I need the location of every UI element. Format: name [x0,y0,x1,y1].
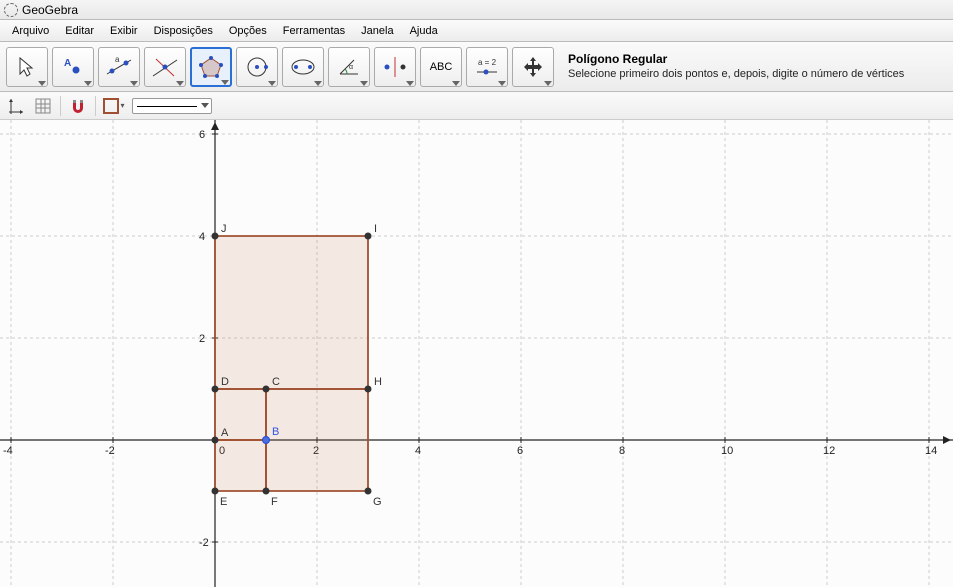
line-tool[interactable]: a [98,47,140,87]
menu-ajuda[interactable]: Ajuda [404,23,444,39]
move-tool[interactable] [6,47,48,87]
point-tool[interactable]: A [52,47,94,87]
svg-text:J: J [221,223,227,235]
app-title: GeoGebra [22,3,78,17]
titlebar: GeoGebra [0,0,953,20]
menu-opcoes[interactable]: Opções [223,23,273,39]
svg-text:H: H [374,376,382,388]
svg-text:I: I [374,223,377,235]
color-picker-button[interactable]: ▾ [102,95,126,117]
slider-tool[interactable]: a = 2 [466,47,508,87]
svg-text:C: C [272,376,280,388]
menu-exibir[interactable]: Exibir [104,23,144,39]
cursor-icon [12,54,42,80]
menu-editar[interactable]: Editar [59,23,100,39]
svg-text:8: 8 [619,445,625,457]
svg-text:4: 4 [415,445,421,457]
snap-button[interactable] [67,95,89,117]
svg-text:6: 6 [517,445,523,457]
svg-text:14: 14 [925,445,937,457]
tool-hint: Polígono Regular Selecione primeiro dois… [558,52,947,82]
line-icon: a [104,54,134,80]
toggle-axes-button[interactable] [4,95,26,117]
svg-text:F: F [271,496,278,508]
svg-text:2: 2 [199,333,205,345]
toggle-grid-button[interactable] [32,95,54,117]
svg-text:-4: -4 [3,445,13,457]
polygon-tool[interactable] [190,47,232,87]
conic-tool[interactable] [282,47,324,87]
move-arrows-icon [518,54,548,80]
svg-text:A: A [64,58,71,69]
perpendicular-tool[interactable] [144,47,186,87]
line-style-picker[interactable] [132,98,212,114]
svg-text:-2: -2 [199,537,209,549]
menubar: Arquivo Editar Exibir Disposições Opções… [0,20,953,42]
angle-icon: α [334,54,364,80]
polygon-icon [196,54,226,80]
stylebar-separator [95,96,96,116]
menu-arquivo[interactable]: Arquivo [6,23,55,39]
slider-label: a = 2 [478,58,497,67]
stylebar: ▾ [0,92,953,120]
toolbar: A a α ABC [0,42,953,92]
app-icon [4,3,18,17]
svg-text:α: α [349,64,353,71]
svg-text:4: 4 [199,231,205,243]
svg-text:E: E [220,496,227,508]
svg-text:12: 12 [823,445,835,457]
perpendicular-icon [150,54,180,80]
move-view-tool[interactable] [512,47,554,87]
svg-text:G: G [373,496,382,508]
circle-icon [242,54,272,80]
point-icon: A [58,54,88,80]
graphics-svg: -4-202468101214-2246ABCDEFGHIJ [0,120,953,587]
menu-janela[interactable]: Janela [355,23,399,39]
text-tool[interactable]: ABC [420,47,462,87]
menu-disposicoes[interactable]: Disposições [148,23,219,39]
grid-icon [34,97,52,115]
ellipse-icon [288,54,318,80]
color-swatch [103,98,119,114]
svg-text:10: 10 [721,445,733,457]
menu-ferramentas[interactable]: Ferramentas [277,23,351,39]
graphics-view[interactable]: -4-202468101214-2246ABCDEFGHIJ [0,120,953,587]
circle-tool[interactable] [236,47,278,87]
reflect-icon [380,54,410,80]
tool-hint-title: Polígono Regular [568,52,947,68]
svg-text:a: a [115,55,120,64]
slider-icon: a = 2 [472,54,502,80]
angle-tool[interactable]: α [328,47,370,87]
svg-text:A: A [221,427,229,439]
svg-text:D: D [221,376,229,388]
tool-hint-desc: Selecione primeiro dois pontos e, depois… [568,67,947,81]
svg-text:6: 6 [199,129,205,141]
svg-text:-2: -2 [105,445,115,457]
reflect-tool[interactable] [374,47,416,87]
axes-icon [6,97,24,115]
svg-text:B: B [272,426,279,438]
magnet-icon [69,97,87,115]
text-icon: ABC [426,54,456,80]
stylebar-separator [60,96,61,116]
